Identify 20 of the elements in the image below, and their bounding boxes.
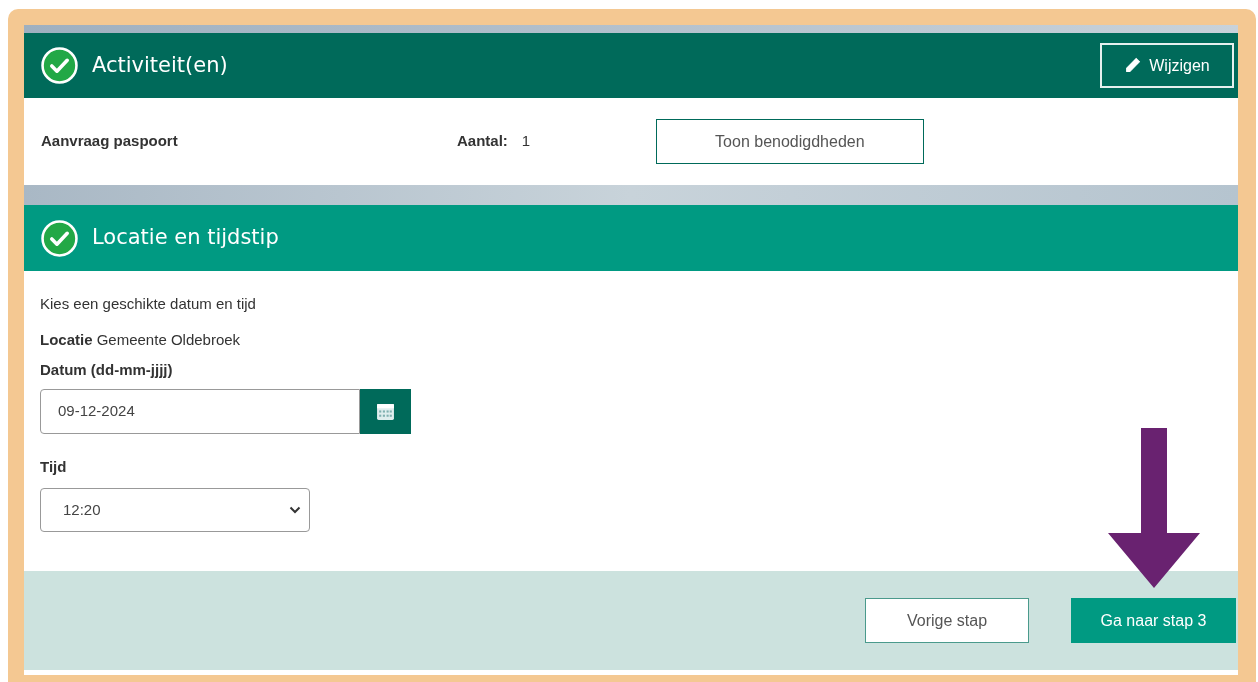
pencil-icon (1124, 57, 1142, 74)
arrow-down-icon (1108, 428, 1200, 588)
edit-button[interactable]: Wijzigen (1100, 43, 1234, 88)
show-requirements-button[interactable]: Toon benodigdheden (655, 119, 924, 164)
time-select[interactable]: 12:20 (40, 488, 310, 532)
location-text: Locatie Gemeente Oldebroek (40, 331, 242, 349)
count-label: Aantal: (457, 131, 508, 152)
date-label: Datum (dd-mm-jjjj) (40, 361, 174, 379)
intro-text: Kies een geschikte datum en tijd (40, 295, 257, 313)
activity-name: Aanvraag paspoort (41, 131, 179, 152)
chevron-down-icon (289, 506, 301, 514)
date-field[interactable]: 09-12-2024 (40, 389, 360, 434)
calendar-button[interactable] (360, 389, 411, 434)
previous-step-button[interactable]: Vorige stap (865, 598, 1029, 643)
next-step-button[interactable]: Ga naar stap 3 (1071, 598, 1236, 643)
calendar-icon (376, 402, 395, 421)
section-title: Locatie en tijdstip (92, 224, 279, 252)
section-title: Activiteit(en) (92, 51, 229, 79)
count-value: 1 (521, 131, 532, 152)
time-label: Tijd (40, 458, 68, 476)
